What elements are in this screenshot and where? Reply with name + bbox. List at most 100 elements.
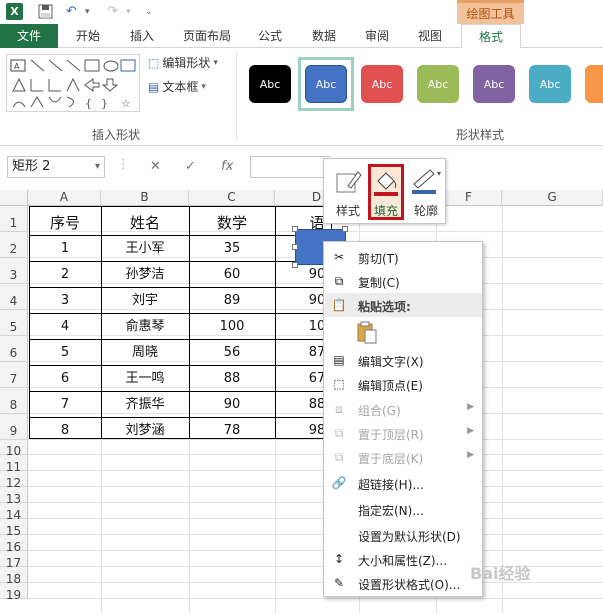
shape-style-swatch[interactable]: [585, 65, 603, 103]
row-header[interactable]: 15: [0, 519, 28, 538]
undo-icon[interactable]: ↶: [66, 3, 77, 20]
row-header[interactable]: 6: [0, 336, 28, 362]
tab-insert[interactable]: 插入: [120, 24, 164, 48]
table-cell[interactable]: 5: [29, 340, 101, 366]
menu-item-hyperlink[interactable]: 🔗 超链接(H)...: [325, 471, 482, 495]
table-cell[interactable]: 88: [189, 366, 275, 392]
row-header[interactable]: 8: [0, 388, 28, 414]
shape-style-swatch[interactable]: Abc: [305, 65, 347, 103]
menu-item-format-shape[interactable]: ✎ 设置形状格式(O)...: [325, 571, 482, 595]
row-header[interactable]: 5: [0, 310, 28, 336]
table-cell[interactable]: 3: [29, 288, 101, 314]
style-button[interactable]: 样式: [330, 164, 366, 220]
table-cell[interactable]: 齐振华: [101, 392, 189, 418]
table-cell[interactable]: 60: [189, 262, 275, 288]
row-header[interactable]: 3: [0, 258, 28, 284]
menu-item-copy[interactable]: ⧉ 复制(C): [325, 269, 482, 293]
menu-item-edit-points[interactable]: ⬚ 编辑顶点(E): [325, 372, 482, 396]
resize-handle[interactable]: [292, 244, 298, 250]
tab-page-layout[interactable]: 页面布局: [172, 24, 242, 48]
tab-view[interactable]: 视图: [408, 24, 452, 48]
table-cell[interactable]: 1: [29, 236, 101, 262]
insert-function-icon[interactable]: fx: [221, 159, 233, 174]
row-header[interactable]: 19: [0, 583, 28, 602]
formula-input[interactable]: [250, 156, 330, 178]
table-cell[interactable]: 6: [29, 366, 101, 392]
table-cell[interactable]: 100: [189, 314, 275, 340]
menu-item-assign-macro[interactable]: 指定宏(N)...: [325, 497, 482, 521]
row-header[interactable]: 18: [0, 567, 28, 586]
column-header[interactable]: A: [28, 190, 101, 206]
row-header[interactable]: 12: [0, 471, 28, 490]
menu-item-edit-text[interactable]: ▤ 编辑文字(X): [325, 348, 482, 372]
table-cell[interactable]: 王一鸣: [101, 366, 189, 392]
table-cell[interactable]: 孙梦洁: [101, 262, 189, 288]
row-header[interactable]: 17: [0, 551, 28, 570]
table-cell[interactable]: 俞惠琴: [101, 314, 189, 340]
table-cell[interactable]: 56: [189, 340, 275, 366]
menu-item-bring-to-front[interactable]: ⧉ 置于顶层(R) ▶: [325, 421, 482, 445]
row-header[interactable]: 1: [0, 206, 28, 232]
row-header[interactable]: 10: [0, 440, 28, 458]
enter-icon[interactable]: ✓: [185, 159, 196, 174]
menu-item-size-properties[interactable]: ↕ 大小和属性(Z)...: [325, 547, 482, 571]
table-cell[interactable]: 7: [29, 392, 101, 418]
shape-style-swatch[interactable]: Abc: [473, 65, 515, 103]
redo-icon[interactable]: ↷: [107, 3, 118, 20]
customize-toolbar-icon[interactable]: ⌄: [145, 3, 153, 20]
table-cell[interactable]: 王小军: [101, 236, 189, 262]
menu-item-cut[interactable]: ✂ 剪切(T): [325, 245, 482, 269]
table-cell[interactable]: 90: [189, 392, 275, 418]
fill-button[interactable]: 填充: [368, 164, 404, 220]
table-cell[interactable]: 8: [29, 418, 101, 444]
table-header-cell[interactable]: 数学: [189, 210, 275, 236]
save-icon[interactable]: [38, 3, 53, 20]
table-cell[interactable]: 4: [29, 314, 101, 340]
shape-style-swatch[interactable]: Abc: [249, 65, 291, 103]
table-cell[interactable]: 刘宇: [101, 288, 189, 314]
tab-data[interactable]: 数据: [302, 24, 346, 48]
shape-style-swatch[interactable]: Abc: [529, 65, 571, 103]
column-header[interactable]: B: [101, 190, 189, 206]
table-header-cell[interactable]: 姓名: [101, 210, 189, 236]
tab-format[interactable]: 格式: [461, 24, 521, 49]
shapes-gallery[interactable]: A { } ☆: [6, 54, 140, 112]
outline-button[interactable]: ▾ 轮廓: [408, 164, 444, 220]
resize-handle[interactable]: [292, 226, 298, 232]
row-header[interactable]: 7: [0, 362, 28, 388]
row-header[interactable]: 13: [0, 487, 28, 506]
resize-handle[interactable]: [292, 262, 298, 268]
row-header[interactable]: 14: [0, 503, 28, 522]
table-cell[interactable]: 2: [29, 262, 101, 288]
row-header[interactable]: 2: [0, 232, 28, 258]
menu-item-set-default-shape[interactable]: 设置为默认形状(D): [325, 523, 482, 547]
cancel-icon[interactable]: ✕: [150, 159, 161, 174]
select-all-corner[interactable]: [0, 190, 28, 206]
column-header[interactable]: C: [189, 190, 275, 206]
row-header[interactable]: 16: [0, 535, 28, 554]
redo-dropdown-icon[interactable]: ▾: [126, 3, 131, 20]
row-header[interactable]: 11: [0, 455, 28, 474]
table-header-cell[interactable]: 序号: [29, 210, 101, 236]
menu-item-group[interactable]: ⧈ 组合(G) ▶: [325, 397, 482, 421]
table-cell[interactable]: 刘梦涵: [101, 418, 189, 444]
text-box-button[interactable]: ▤ 文本框 ▾: [148, 78, 206, 95]
table-cell[interactable]: 35: [189, 236, 275, 262]
tab-home[interactable]: 开始: [66, 24, 110, 48]
row-header[interactable]: 4: [0, 284, 28, 310]
edit-shape-button[interactable]: ⬚ 编辑形状 ▾: [148, 54, 218, 71]
table-cell[interactable]: 周晓: [101, 340, 189, 366]
row-header[interactable]: 9: [0, 414, 28, 440]
tab-formulas[interactable]: 公式: [248, 24, 292, 48]
table-cell[interactable]: 78: [189, 418, 275, 444]
undo-dropdown-icon[interactable]: ▾: [85, 3, 90, 20]
name-box[interactable]: 矩形 2 ▾: [7, 156, 105, 178]
shape-style-swatch[interactable]: Abc: [417, 65, 459, 103]
menu-item-send-to-back[interactable]: ⧉ 置于底层(K) ▶: [325, 445, 482, 469]
tab-file[interactable]: 文件: [0, 24, 58, 48]
column-header[interactable]: G: [502, 190, 603, 206]
tab-review[interactable]: 审阅: [355, 24, 399, 48]
resize-handle[interactable]: [342, 226, 348, 232]
paste-option-keep-source[interactable]: [325, 318, 482, 348]
table-cell[interactable]: 89: [189, 288, 275, 314]
